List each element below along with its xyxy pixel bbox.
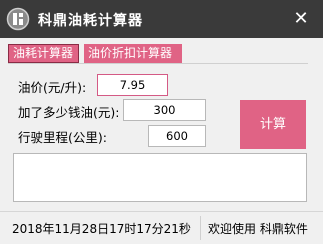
result-textarea[interactable] bbox=[13, 153, 307, 202]
distance-input[interactable]: 600 bbox=[148, 125, 206, 147]
tab-fuel-calculator[interactable]: 油耗计算器 bbox=[8, 44, 79, 63]
title-bar[interactable]: 科鼎油耗计算器 ✕ bbox=[0, 0, 323, 38]
tab-divider bbox=[8, 63, 308, 64]
distance-label: 行驶里程(公里): bbox=[18, 130, 107, 145]
tab-discount-calculator[interactable]: 油价折扣计算器 bbox=[84, 44, 182, 63]
calculate-button[interactable]: 计算 bbox=[240, 100, 306, 149]
status-datetime: 2018年11月28日17时17分21秒 bbox=[12, 222, 191, 236]
money-label: 加了多少钱油(元): bbox=[18, 105, 120, 120]
window-title: 科鼎油耗计算器 bbox=[38, 13, 143, 29]
app-logo-icon bbox=[6, 7, 30, 31]
status-separator bbox=[200, 216, 201, 240]
close-icon[interactable]: ✕ bbox=[289, 7, 313, 31]
money-input[interactable]: 300 bbox=[123, 99, 206, 121]
oil-price-label: 油价(元/升): bbox=[18, 80, 87, 95]
app-window: 科鼎油耗计算器 ✕ 油耗计算器 油价折扣计算器 油价(元/升): 7.95 加了… bbox=[0, 0, 323, 244]
status-bar: 2018年11月28日17时17分21秒 欢迎使用 科鼎软件 bbox=[0, 211, 323, 244]
oil-price-input[interactable]: 7.95 bbox=[97, 74, 168, 96]
status-welcome: 欢迎使用 科鼎软件 bbox=[208, 222, 308, 236]
